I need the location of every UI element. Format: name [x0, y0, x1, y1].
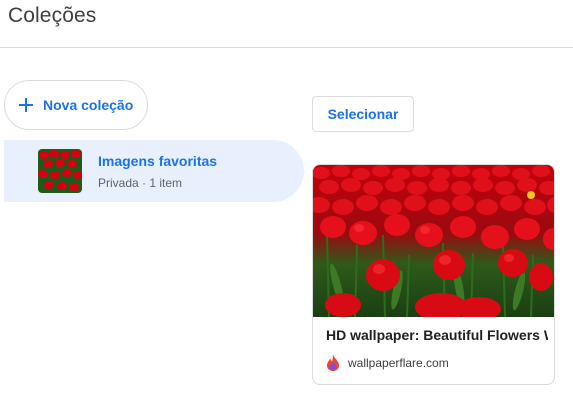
source-domain: wallpaperflare.com: [348, 356, 449, 370]
page-title: Coleções: [8, 4, 97, 27]
collection-name: Imagens favoritas: [98, 153, 218, 169]
collection-thumbnail: [38, 149, 82, 193]
collection-item-imagens-favoritas[interactable]: Imagens favoritas Privada · 1 item: [4, 140, 304, 202]
image-card[interactable]: HD wallpaper: Beautiful Flowers Wallpape…: [312, 164, 555, 385]
plus-icon: [19, 98, 33, 112]
collection-meta: Privada · 1 item: [98, 176, 183, 190]
image-source[interactable]: wallpaperflare.com: [326, 355, 449, 371]
header-divider: [0, 47, 573, 48]
flame-icon: [327, 355, 339, 371]
new-collection-label: Nova coleção: [43, 97, 134, 113]
image-title[interactable]: HD wallpaper: Beautiful Flowers Wallpape…: [326, 327, 548, 343]
new-collection-button[interactable]: Nova coleção: [4, 80, 148, 130]
select-button[interactable]: Selecionar: [312, 96, 414, 132]
red-tulips-image[interactable]: [313, 165, 554, 321]
